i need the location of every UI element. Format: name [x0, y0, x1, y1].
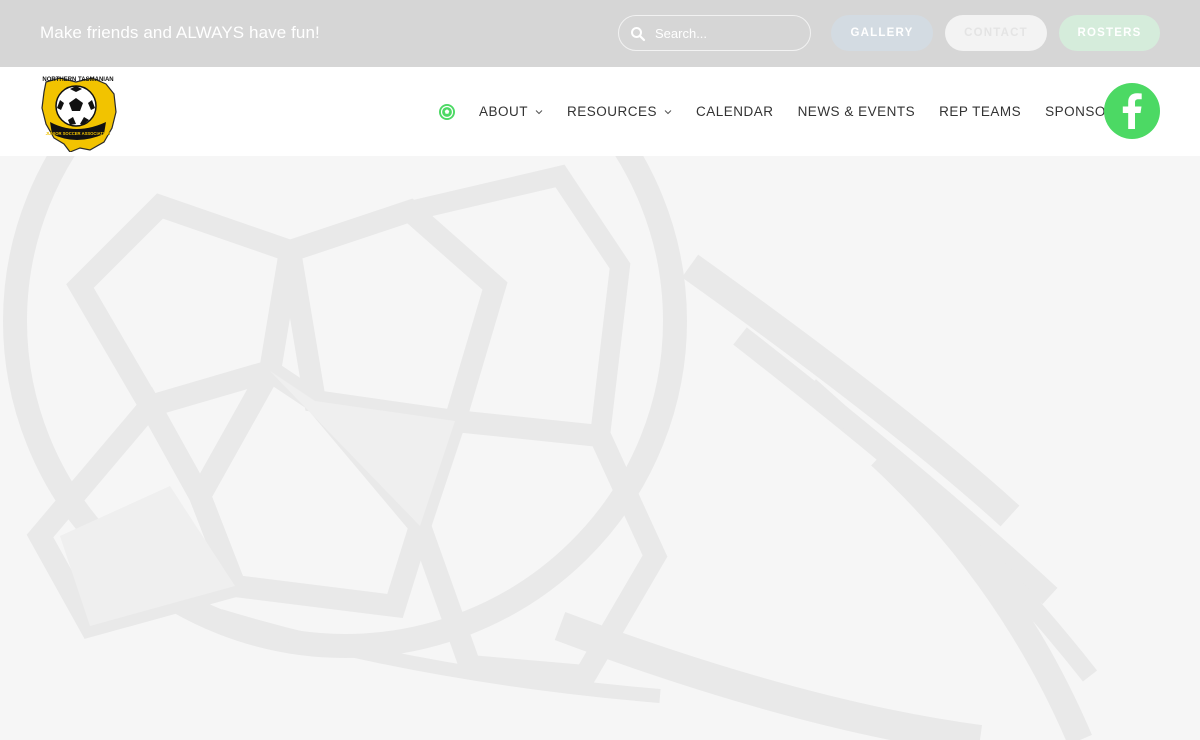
nav-item-news-events[interactable]: NEWS & EVENTS: [798, 104, 916, 119]
soccer-ball-icon[interactable]: [438, 103, 456, 121]
facebook-button[interactable]: [1104, 83, 1160, 139]
nav-item-resources[interactable]: RESOURCES: [567, 104, 672, 119]
search-icon: [631, 27, 646, 42]
facebook-icon: [1122, 93, 1142, 129]
main-nav: ABOUT RESOURCES CALENDAR NEWS & EVENTS R…: [438, 67, 1126, 156]
nav-item-label: NEWS & EVENTS: [797, 104, 916, 119]
rosters-button[interactable]: ROSTERS: [1059, 15, 1160, 51]
contact-button[interactable]: CONTACT: [945, 15, 1047, 51]
top-bar: Make friends and ALWAYS have fun! GALLER…: [0, 0, 1200, 67]
tagline: Make friends and ALWAYS have fun!: [40, 23, 320, 42]
nav-item-label: ABOUT: [479, 104, 529, 119]
chevron-down-icon: [535, 109, 543, 114]
nav-item-calendar[interactable]: CALENDAR: [696, 104, 774, 119]
main-header: NORTHERN TASMANIAN JUNIOR SOCCER ASSOCIA…: [0, 67, 1200, 156]
nav-item-about[interactable]: ABOUT: [479, 104, 543, 119]
nav-item-label: RESOURCES: [567, 104, 658, 119]
soccer-ball-graphic: [3, 156, 1098, 740]
nav-item-rep-teams[interactable]: REP TEAMS: [939, 104, 1021, 119]
logo-top-text: NORTHERN TASMANIAN: [42, 77, 113, 83]
nav-item-label: CALENDAR: [696, 104, 774, 119]
search-box[interactable]: [618, 15, 811, 51]
search-input[interactable]: [655, 24, 805, 42]
chevron-down-icon: [664, 109, 672, 114]
hero-banner: [0, 156, 1200, 740]
gallery-button[interactable]: GALLERY: [831, 15, 933, 51]
association-logo[interactable]: NORTHERN TASMANIAN JUNIOR SOCCER ASSOCIA…: [40, 72, 118, 152]
nav-item-label: REP TEAMS: [939, 104, 1022, 119]
logo-bottom-text: JUNIOR SOCCER ASSOCIATION: [46, 131, 111, 136]
